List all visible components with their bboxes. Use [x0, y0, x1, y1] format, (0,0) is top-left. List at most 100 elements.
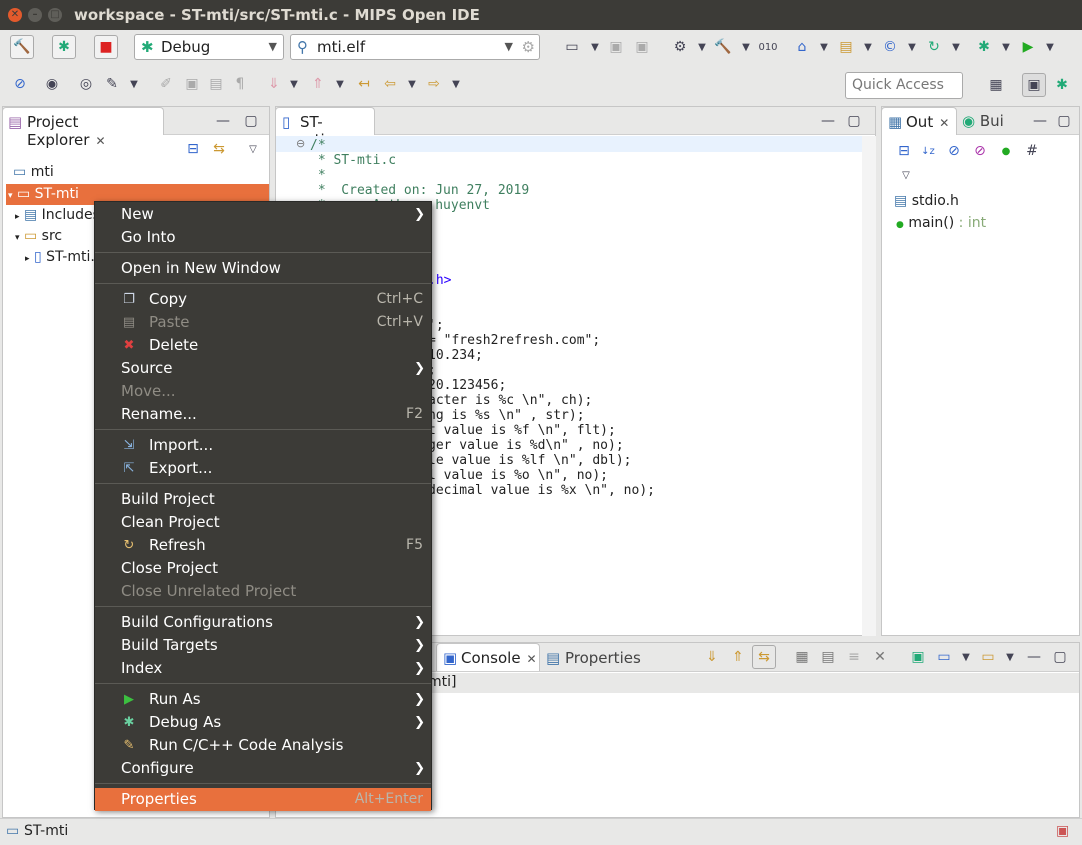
debug-settings-icon[interactable]: ⚙: [668, 35, 692, 59]
debug-bug-icon[interactable]: ✱: [972, 35, 996, 59]
minimize-icon[interactable]: —: [1022, 645, 1046, 669]
pen-icon[interactable]: ✎: [100, 72, 124, 96]
tree-item-mti[interactable]: ▭ mti: [13, 162, 263, 183]
save-icon[interactable]: ▣: [604, 35, 628, 59]
tab-st-mti-c[interactable]: ▯ ST-mti.c✕: [275, 107, 375, 149]
launch-target-select[interactable]: ⚲ mti.elf ▼ ⚙: [290, 34, 540, 60]
menu-item-go-into[interactable]: Go Into: [95, 226, 431, 249]
chevron-down-icon[interactable]: ▼: [944, 35, 968, 59]
minimize-icon[interactable]: —: [211, 109, 235, 133]
chevron-down-icon[interactable]: ▼: [444, 72, 468, 96]
menu-item-copy[interactable]: ❐ Copy Ctrl+C: [95, 288, 431, 311]
scroll-down-icon[interactable]: ⇓: [700, 645, 724, 669]
sort-icon[interactable]: ↓z: [916, 139, 940, 163]
quick-access-input[interactable]: Quick Access: [845, 72, 963, 99]
pin-console-icon[interactable]: ▤: [816, 645, 840, 669]
back-icon[interactable]: ⇦: [378, 72, 402, 96]
menu-item-paste[interactable]: ▤ Paste Ctrl+V: [95, 311, 431, 334]
build-config-select[interactable]: ✱ Debug ▼: [134, 34, 284, 60]
menu-item-run-c-c-code-analysis[interactable]: ✎ Run C/C++ Code Analysis: [95, 734, 431, 757]
menu-item-new[interactable]: New ❯: [95, 203, 431, 226]
debug-perspective-icon[interactable]: ✱: [1050, 73, 1074, 97]
build-hammer-icon[interactable]: 🔨: [10, 35, 34, 59]
profile-icon[interactable]: ◉: [40, 72, 64, 96]
menu-item-close-unrelated-project[interactable]: Close Unrelated Project: [95, 580, 431, 603]
new-console-icon[interactable]: ▭: [976, 645, 1000, 669]
close-icon[interactable]: ✕: [939, 116, 949, 130]
menu-item-open-in-new-window[interactable]: Open in New Window: [95, 257, 431, 280]
menu-item-rename[interactable]: Rename... F2: [95, 403, 431, 426]
minimize-window-button[interactable]: –: [28, 8, 42, 22]
maximize-icon[interactable]: ▢: [842, 109, 866, 133]
open-perspective-icon[interactable]: ▦: [984, 73, 1008, 97]
link-icon[interactable]: ⇆: [752, 645, 776, 669]
chevron-down-icon[interactable]: ▼: [122, 72, 146, 96]
menu-item-refresh[interactable]: ↻ Refresh F5: [95, 534, 431, 557]
maximize-icon[interactable]: ▢: [1048, 645, 1072, 669]
refresh-run-icon[interactable]: ↻: [922, 35, 946, 59]
remove-launch-icon[interactable]: ✕: [868, 645, 892, 669]
menu-item-move[interactable]: Move...: [95, 380, 431, 403]
tab-outline[interactable]: ▦ Out ✕: [881, 107, 957, 135]
tab-console[interactable]: ▣ Console ✕: [436, 643, 540, 671]
fold-icon[interactable]: ⊖: [296, 137, 305, 150]
chevron-down-icon[interactable]: ▼: [856, 35, 880, 59]
link-editor-icon[interactable]: ⇆: [207, 137, 231, 161]
hide-nonpublic-icon[interactable]: ●: [994, 139, 1018, 163]
menu-item-index[interactable]: Index ❯: [95, 657, 431, 680]
new-folder-icon[interactable]: ▤: [834, 35, 858, 59]
new-file-icon[interactable]: ▭: [560, 35, 584, 59]
menu-item-build-targets[interactable]: Build Targets ❯: [95, 634, 431, 657]
chevron-down-icon[interactable]: ▼: [998, 645, 1022, 669]
menu-item-delete[interactable]: ✖ Delete: [95, 334, 431, 357]
menu-item-build-configurations[interactable]: Build Configurations ❯: [95, 611, 431, 634]
word-wrap-icon[interactable]: ≡: [842, 645, 866, 669]
menu-item-clean-project[interactable]: Clean Project: [95, 511, 431, 534]
menu-item-run-as[interactable]: ▶ Run As ❯: [95, 688, 431, 711]
menu-item-export[interactable]: ⇱ Export...: [95, 457, 431, 480]
view-menu-icon[interactable]: ▽: [241, 137, 265, 161]
chevron-down-icon[interactable]: ▼: [400, 72, 424, 96]
menu-item-build-project[interactable]: Build Project: [95, 488, 431, 511]
tab-properties[interactable]: ▤ Properties: [546, 649, 641, 667]
group-includes-icon[interactable]: #: [1020, 139, 1044, 163]
collapse-all-icon[interactable]: ⊟: [181, 137, 205, 161]
debug-bug-icon[interactable]: ✱: [52, 35, 76, 59]
open-console-icon[interactable]: ▭: [932, 645, 956, 669]
outline-item-stdio[interactable]: ▤ stdio.h: [894, 191, 1074, 212]
chevron-down-icon[interactable]: ▼: [1038, 35, 1062, 59]
outline-item-main[interactable]: ● main() : int: [896, 213, 1076, 234]
close-icon[interactable]: ✕: [95, 134, 105, 148]
hide-fields-icon[interactable]: ⊘: [942, 139, 966, 163]
last-edit-icon[interactable]: ↤: [352, 72, 376, 96]
maximize-icon[interactable]: ▢: [1052, 109, 1076, 133]
prev-annotation-icon[interactable]: ⇑: [306, 72, 330, 96]
display-console-icon[interactable]: ▣: [906, 645, 930, 669]
clear-console-icon[interactable]: ▦: [790, 645, 814, 669]
stop-icon[interactable]: ■: [94, 35, 118, 59]
binary-icon[interactable]: 010: [756, 35, 780, 59]
minimize-icon[interactable]: —: [816, 109, 840, 133]
menu-item-import[interactable]: ⇲ Import...: [95, 434, 431, 457]
menu-item-debug-as[interactable]: ✱ Debug As ❯: [95, 711, 431, 734]
view-menu-icon[interactable]: ▽: [894, 163, 918, 187]
settings-gear-icon[interactable]: ⚙: [522, 35, 535, 59]
menu-item-properties[interactable]: Properties Alt+Enter: [95, 788, 431, 811]
menu-item-configure[interactable]: Configure ❯: [95, 757, 431, 780]
tab-build[interactable]: ◉ Bui: [962, 112, 1004, 130]
minimize-icon[interactable]: —: [1028, 109, 1052, 133]
pilcrow-icon[interactable]: ¶: [228, 72, 252, 96]
maximize-window-button[interactable]: □: [48, 8, 62, 22]
editor-scrollbar[interactable]: [862, 136, 876, 636]
skip-breakpoints-icon[interactable]: ⊘: [8, 72, 32, 96]
close-icon[interactable]: ✕: [527, 652, 537, 666]
maximize-icon[interactable]: ▢: [239, 109, 263, 133]
forward-icon[interactable]: ⇨: [422, 72, 446, 96]
new-class-icon[interactable]: ©: [878, 35, 902, 59]
collapse-all-icon[interactable]: ⊟: [892, 139, 916, 163]
notification-icon[interactable]: ▣: [1056, 823, 1069, 839]
run-icon[interactable]: ▶: [1016, 35, 1040, 59]
chevron-down-icon[interactable]: ▼: [328, 72, 352, 96]
hide-static-icon[interactable]: ⊘: [968, 139, 992, 163]
save-all-icon[interactable]: ▣: [630, 35, 654, 59]
